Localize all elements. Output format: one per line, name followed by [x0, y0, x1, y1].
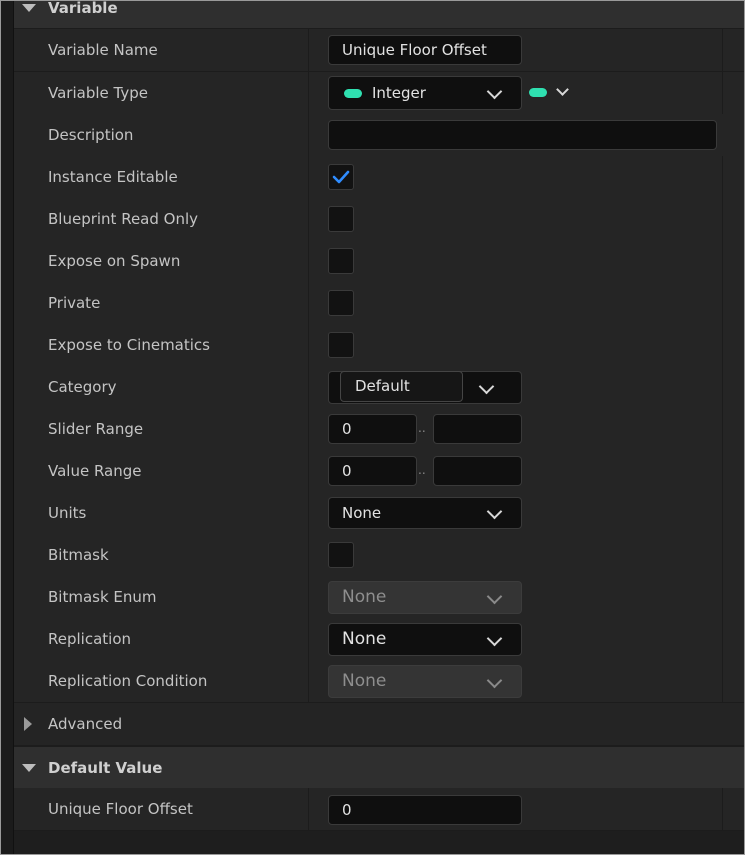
variable-type-dropdown[interactable]: Integer [328, 76, 522, 110]
instance-editable-label: Instance Editable [48, 168, 178, 186]
row-expose-to-cinematics: Expose to Cinematics [14, 324, 744, 367]
value-range-min-input[interactable]: 0 [328, 456, 417, 486]
integer-type-icon [344, 89, 362, 98]
single-container-icon [529, 88, 547, 97]
value-range-min-value: 0 [342, 462, 352, 480]
section-title-default-value: Default Value [48, 758, 163, 777]
units-dropdown[interactable]: None [328, 497, 522, 529]
category-combo[interactable]: Default [328, 371, 522, 404]
units-value: None [342, 504, 382, 522]
slider-range-min-input[interactable]: 0 [328, 414, 417, 444]
row-bitmask-enum: Bitmask Enum None [14, 576, 744, 619]
row-replication: Replication None [14, 618, 744, 661]
slider-range-label: Slider Range [48, 420, 144, 438]
chevron-down-icon [486, 83, 503, 100]
row-instance-editable: Instance Editable [14, 156, 744, 199]
private-label: Private [48, 294, 101, 312]
bitmask-label: Bitmask [48, 546, 109, 564]
chevron-down-icon[interactable] [478, 378, 495, 395]
row-replication-condition: Replication Condition None [14, 660, 744, 703]
replication-condition-label: Replication Condition [48, 672, 208, 690]
value-range-separator: .. [418, 463, 426, 477]
description-label: Description [48, 126, 134, 144]
row-slider-range: Slider Range 0 .. [14, 408, 744, 451]
variable-type-label: Variable Type [48, 84, 148, 102]
variable-name-value: Unique Floor Offset [342, 41, 487, 59]
collapse-arrow-icon[interactable] [22, 4, 36, 12]
expand-arrow-icon[interactable] [24, 717, 32, 731]
advanced-label: Advanced [48, 715, 123, 733]
chevron-down-icon [486, 672, 503, 689]
chevron-down-icon [486, 588, 503, 605]
expose-on-spawn-checkbox[interactable] [328, 248, 354, 274]
section-header-advanced[interactable]: Advanced [14, 703, 744, 746]
default-unique-floor-offset-value: 0 [342, 801, 352, 819]
blueprint-read-only-label: Blueprint Read Only [48, 210, 199, 228]
replication-condition-dropdown: None [328, 665, 522, 698]
category-value: Default [355, 377, 410, 395]
section-header-variable[interactable]: Variable [14, 0, 744, 29]
expose-to-cinematics-checkbox[interactable] [328, 332, 354, 358]
slider-range-min-value: 0 [342, 420, 352, 438]
variable-name-label: Variable Name [48, 41, 158, 59]
category-input[interactable]: Default [340, 371, 463, 402]
row-category: Category Default [14, 366, 744, 409]
container-type-dropdown[interactable] [528, 80, 576, 106]
row-variable-type: Variable Type Integer [14, 72, 744, 115]
blueprint-read-only-checkbox[interactable] [328, 206, 354, 232]
chevron-down-icon [556, 83, 569, 96]
row-private: Private [14, 282, 744, 325]
description-input[interactable] [328, 120, 717, 150]
row-description: Description [14, 114, 744, 157]
private-checkbox[interactable] [328, 290, 354, 316]
row-default-unique-floor-offset: Unique Floor Offset 0 [14, 788, 744, 831]
expose-on-spawn-label: Expose on Spawn [48, 252, 181, 270]
units-label: Units [48, 504, 87, 522]
row-expose-on-spawn: Expose on Spawn [14, 240, 744, 283]
left-gutter [1, 1, 14, 854]
chevron-down-icon [486, 503, 503, 520]
instance-editable-checkbox[interactable] [328, 164, 354, 190]
variable-name-input[interactable]: Unique Floor Offset [328, 35, 522, 65]
variable-type-value: Integer [372, 84, 426, 102]
row-variable-name: Variable Name Unique Floor Offset [14, 29, 744, 72]
replication-label: Replication [48, 630, 132, 648]
row-blueprint-read-only: Blueprint Read Only [14, 198, 744, 241]
slider-range-max-input[interactable] [433, 414, 522, 444]
bitmask-enum-label: Bitmask Enum [48, 588, 157, 606]
chevron-down-icon [486, 630, 503, 647]
bitmask-enum-value: None [342, 587, 387, 607]
checkmark-icon [332, 170, 350, 184]
default-unique-floor-offset-label: Unique Floor Offset [48, 800, 193, 818]
slider-range-separator: .. [418, 421, 426, 435]
replication-condition-value: None [342, 671, 387, 691]
collapse-arrow-icon[interactable] [22, 763, 36, 772]
section-header-default-value[interactable]: Default Value [14, 746, 744, 789]
section-title-variable: Variable [48, 0, 118, 17]
bitmask-checkbox[interactable] [328, 542, 354, 568]
value-range-max-input[interactable] [433, 456, 522, 486]
replication-dropdown[interactable]: None [328, 623, 522, 656]
row-bitmask: Bitmask [14, 534, 744, 577]
panel-footer-space [14, 831, 744, 854]
default-unique-floor-offset-input[interactable]: 0 [328, 795, 522, 825]
category-label: Category [48, 378, 117, 396]
replication-value: None [342, 629, 387, 649]
row-units: Units None [14, 492, 744, 535]
bitmask-enum-dropdown: None [328, 581, 522, 614]
row-value-range: Value Range 0 .. [14, 450, 744, 493]
expose-to-cinematics-label: Expose to Cinematics [48, 336, 210, 354]
value-range-label: Value Range [48, 462, 142, 480]
details-panel: Variable Variable Name Unique Floor Offs… [0, 0, 745, 855]
